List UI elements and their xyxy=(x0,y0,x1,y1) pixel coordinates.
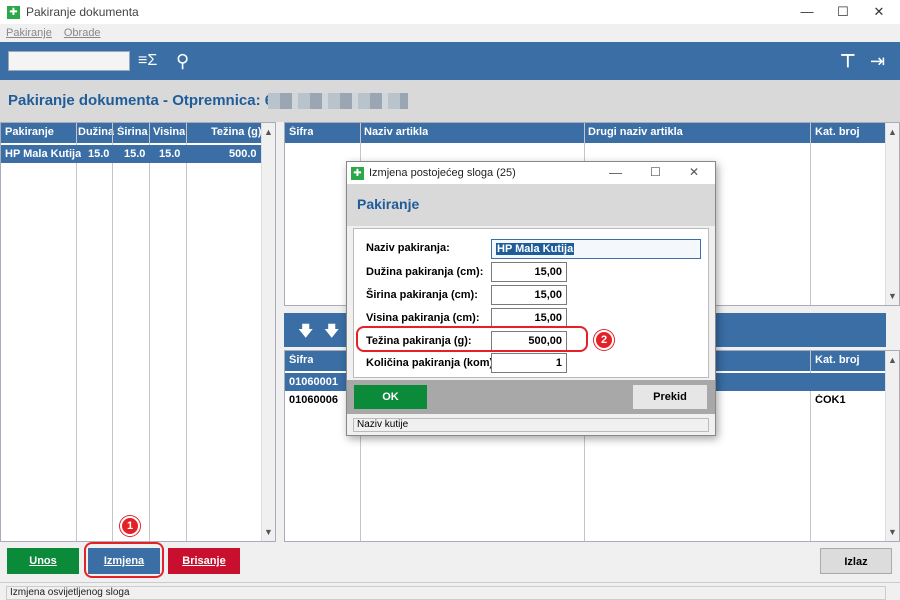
move-down-icon[interactable]: 🡇 xyxy=(298,321,313,346)
exit-icon[interactable]: ⇥ xyxy=(870,42,885,80)
kolicina-input[interactable]: 1 xyxy=(491,353,567,373)
menu-bar: Pakiranje Obrade xyxy=(0,24,900,42)
unos-button[interactable]: Unos xyxy=(7,548,79,574)
menu-item-pakiranje[interactable]: Pakiranje xyxy=(6,27,52,39)
move-down-add-icon[interactable]: 🡇 xyxy=(324,321,339,346)
page-title: Pakiranje dokumenta - Otpremnica: 69, xyxy=(8,92,286,109)
izlaz-button[interactable]: Izlaz xyxy=(820,548,892,574)
tool-icon[interactable]: ⊤ xyxy=(840,42,856,80)
col-kat-broj[interactable]: Kat. broj xyxy=(815,126,860,138)
ok-button[interactable]: OK xyxy=(354,385,427,409)
scrollbar[interactable]: ▲ ▼ xyxy=(885,351,899,541)
dialog-form: Naziv pakiranja: HP Mala Kutija Dužina p… xyxy=(353,228,709,378)
col-sirina[interactable]: Širina xyxy=(117,126,148,138)
col-duzina[interactable]: Dužina xyxy=(78,126,114,138)
cancel-button[interactable]: Prekid xyxy=(633,385,707,409)
col-pakiranje[interactable]: Pakiranje xyxy=(5,126,54,138)
annotation-badge: 2 xyxy=(594,330,614,350)
scrollbar[interactable]: ▲ ▼ xyxy=(885,123,899,305)
packaging-grid-header: Pakiranje Dužina Širina Visina Težina (g… xyxy=(1,123,263,143)
status-text: Izmjena osvijetljenog sloga xyxy=(6,586,886,600)
scrollbar[interactable]: ▲ ▼ xyxy=(261,123,275,541)
annotation-ring xyxy=(84,542,164,578)
close-button[interactable]: ✕ xyxy=(689,165,699,179)
naziv-pakiranja-input[interactable]: HP Mala Kutija xyxy=(491,239,701,259)
brisanje-button[interactable]: Brisanje xyxy=(168,548,240,574)
annotation-badge: 1 xyxy=(120,516,140,536)
col-sifra[interactable]: Šifra xyxy=(289,126,313,138)
field-label: Količina pakiranja (kom): xyxy=(366,357,497,369)
col-naziv-artikla[interactable]: Naziv artikla xyxy=(364,126,428,138)
table-row[interactable]: HP Mala Kutija 15.0 15.0 15.0 500.0 xyxy=(1,145,263,163)
sum-icon[interactable]: ≡Σ xyxy=(138,42,157,80)
redacted-customer xyxy=(268,93,408,109)
document-header: Pakiranje dokumenta - Otpremnica: 69, xyxy=(0,80,900,122)
minimize-button[interactable]: — xyxy=(609,165,622,180)
col-tezina[interactable]: Težina (g) xyxy=(211,126,262,138)
window-title: Pakiranje dokumenta xyxy=(26,5,139,19)
toolbar: ≡Σ ⚲ ⊤ ⇥ xyxy=(0,42,900,80)
location-icon[interactable]: ⚲ xyxy=(176,42,189,80)
visina-input[interactable]: 15,00 xyxy=(491,308,567,328)
dialog-status: Naziv kutije xyxy=(353,418,709,432)
edit-record-dialog: ✚ Izmjena postojećeg sloga (25) — ☐ ✕ Pa… xyxy=(346,161,716,436)
menu-item-obrade[interactable]: Obrade xyxy=(64,27,101,39)
sirina-input[interactable]: 15,00 xyxy=(491,285,567,305)
search-input[interactable] xyxy=(8,51,130,71)
col-kat-broj[interactable]: Kat. broj xyxy=(815,354,860,366)
field-label: Dužina pakiranja (cm): xyxy=(366,266,484,278)
dialog-button-bar: OK Prekid xyxy=(347,380,715,414)
dialog-titlebar: ✚ Izmjena postojećeg sloga (25) — ☐ ✕ xyxy=(347,162,715,184)
maximize-button[interactable]: ☐ xyxy=(650,165,661,179)
col-visina[interactable]: Visina xyxy=(153,126,185,138)
close-button[interactable]: ✕ xyxy=(856,0,900,24)
app-icon: ✚ xyxy=(351,167,364,180)
col-sifra[interactable]: Šifra xyxy=(289,354,313,366)
articles-grid-header: Šifra Naziv artikla Drugi naziv artikla … xyxy=(285,123,887,143)
field-label: Širina pakiranja (cm): xyxy=(366,289,478,301)
annotation-ring xyxy=(356,326,588,352)
duzina-input[interactable]: 15,00 xyxy=(491,262,567,282)
dialog-header: Pakiranje xyxy=(347,184,715,226)
field-label: Visina pakiranja (cm): xyxy=(366,312,480,324)
window-titlebar: ✚ Pakiranje dokumenta — ☐ ✕ xyxy=(0,0,900,24)
dialog-heading: Pakiranje xyxy=(357,196,420,212)
packaging-grid[interactable]: Pakiranje Dužina Širina Visina Težina (g… xyxy=(0,122,276,542)
col-drugi-naziv[interactable]: Drugi naziv artikla xyxy=(588,126,683,138)
app-icon: ✚ xyxy=(7,5,20,19)
status-bar: Izmjena osvijetljenog sloga xyxy=(0,582,900,600)
field-label: Naziv pakiranja: xyxy=(366,242,450,254)
dialog-title: Izmjena postojećeg sloga (25) xyxy=(369,167,516,179)
